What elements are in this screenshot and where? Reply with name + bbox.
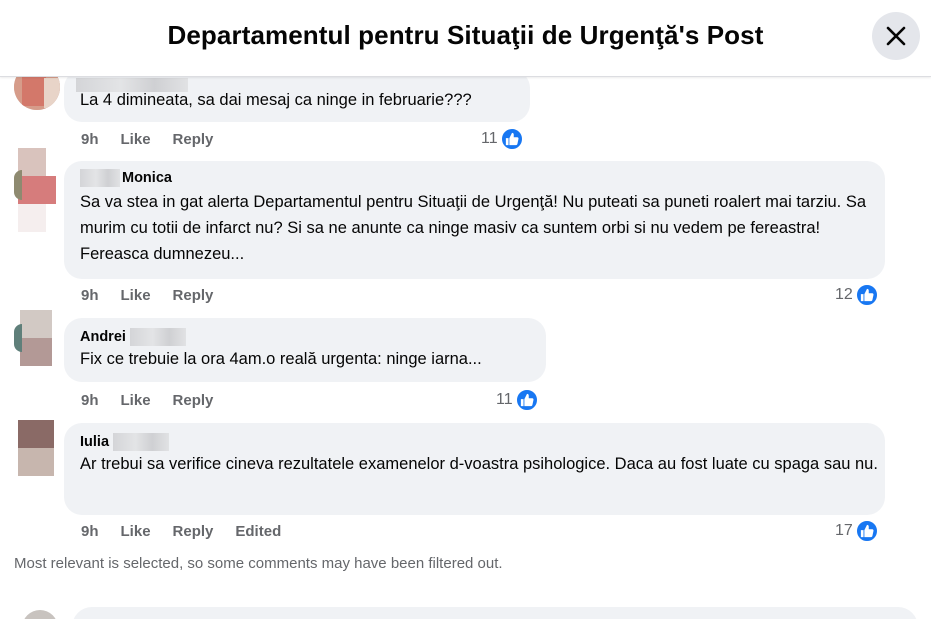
reaction-number: 11 (481, 130, 498, 147)
reaction-number: 12 (835, 286, 853, 303)
like-badge (499, 127, 524, 151)
comment-actions: 9h Like Reply (81, 287, 235, 304)
reply-button[interactable]: Reply (173, 392, 214, 409)
comment-bubble: La 4 dimineata, sa dai mesaj ca ninge in… (64, 70, 530, 122)
reaction-count[interactable]: 12 (835, 283, 879, 307)
reply-button[interactable]: Reply (173, 287, 214, 304)
avatar[interactable] (14, 148, 56, 232)
like-button[interactable]: Like (121, 131, 151, 148)
composer-avatar (22, 610, 58, 619)
reaction-number: 11 (496, 391, 513, 408)
avatar[interactable] (14, 310, 56, 366)
comment-bubble: Iulia Ar trebui sa verifice cineva rezul… (64, 423, 885, 515)
like-thumb-icon (505, 132, 519, 146)
comment-actions: 9h Like Reply (81, 392, 235, 409)
reply-button[interactable]: Reply (173, 131, 214, 148)
comment-time[interactable]: 9h (81, 131, 99, 148)
comment-author[interactable]: Iulia (80, 433, 869, 451)
reply-button[interactable]: Reply (173, 523, 214, 540)
dialog-title: Departamentul pentru Situaţii de Urgenţă… (167, 20, 764, 50)
comment-time[interactable]: 9h (81, 287, 99, 304)
filter-note: Most relevant is selected, so some comme… (14, 555, 503, 572)
close-button[interactable] (872, 12, 920, 60)
comment-text: Fix ce trebuie la ora 4am.o reală urgent… (80, 350, 482, 368)
reaction-count[interactable]: 17 (835, 519, 879, 543)
like-badge (854, 519, 879, 543)
blurred-author-name (113, 433, 170, 451)
comment-time[interactable]: 9h (81, 523, 99, 540)
like-thumb-icon (520, 393, 534, 407)
comment-time[interactable]: 9h (81, 392, 99, 409)
like-button[interactable]: Like (121, 523, 151, 540)
reaction-count[interactable]: 11 (481, 127, 524, 151)
author-name[interactable]: Andrei (80, 328, 126, 346)
author-name[interactable]: Monica (122, 169, 172, 187)
like-badge (514, 388, 539, 412)
comment-text: La 4 dimineata, sa dai mesaj ca ninge in… (80, 91, 472, 109)
like-badge (854, 283, 879, 307)
comment-text: Ar trebui sa verifice cineva rezultatele… (80, 455, 878, 473)
like-thumb-icon (860, 288, 874, 302)
reaction-number: 17 (835, 522, 853, 539)
comment-author[interactable]: Monica (80, 169, 869, 187)
comment-text: Sa va stea in gat alerta Departamentul p… (80, 193, 867, 263)
edited-label[interactable]: Edited (235, 523, 281, 540)
comment-actions: 9h Like Reply Edited (81, 523, 303, 540)
blurred-author-name (129, 328, 186, 346)
comment-composer-input[interactable] (72, 607, 918, 619)
comment-author[interactable]: Andrei (80, 328, 530, 346)
comment-actions: 9h Like Reply (81, 131, 235, 148)
author-name[interactable]: Iulia (80, 433, 109, 451)
avatar[interactable] (14, 420, 56, 476)
like-thumb-icon (860, 524, 874, 538)
close-icon (886, 26, 906, 46)
like-button[interactable]: Like (121, 392, 151, 409)
post-dialog-header: Departamentul pentru Situaţii de Urgenţă… (0, 0, 931, 77)
blurred-author-name (80, 169, 120, 187)
like-button[interactable]: Like (121, 287, 151, 304)
comment-bubble: Monica Sa va stea in gat alerta Departam… (64, 161, 885, 279)
comment-bubble: Andrei Fix ce trebuie la ora 4am.o reală… (64, 318, 546, 382)
reaction-count[interactable]: 11 (496, 388, 539, 412)
